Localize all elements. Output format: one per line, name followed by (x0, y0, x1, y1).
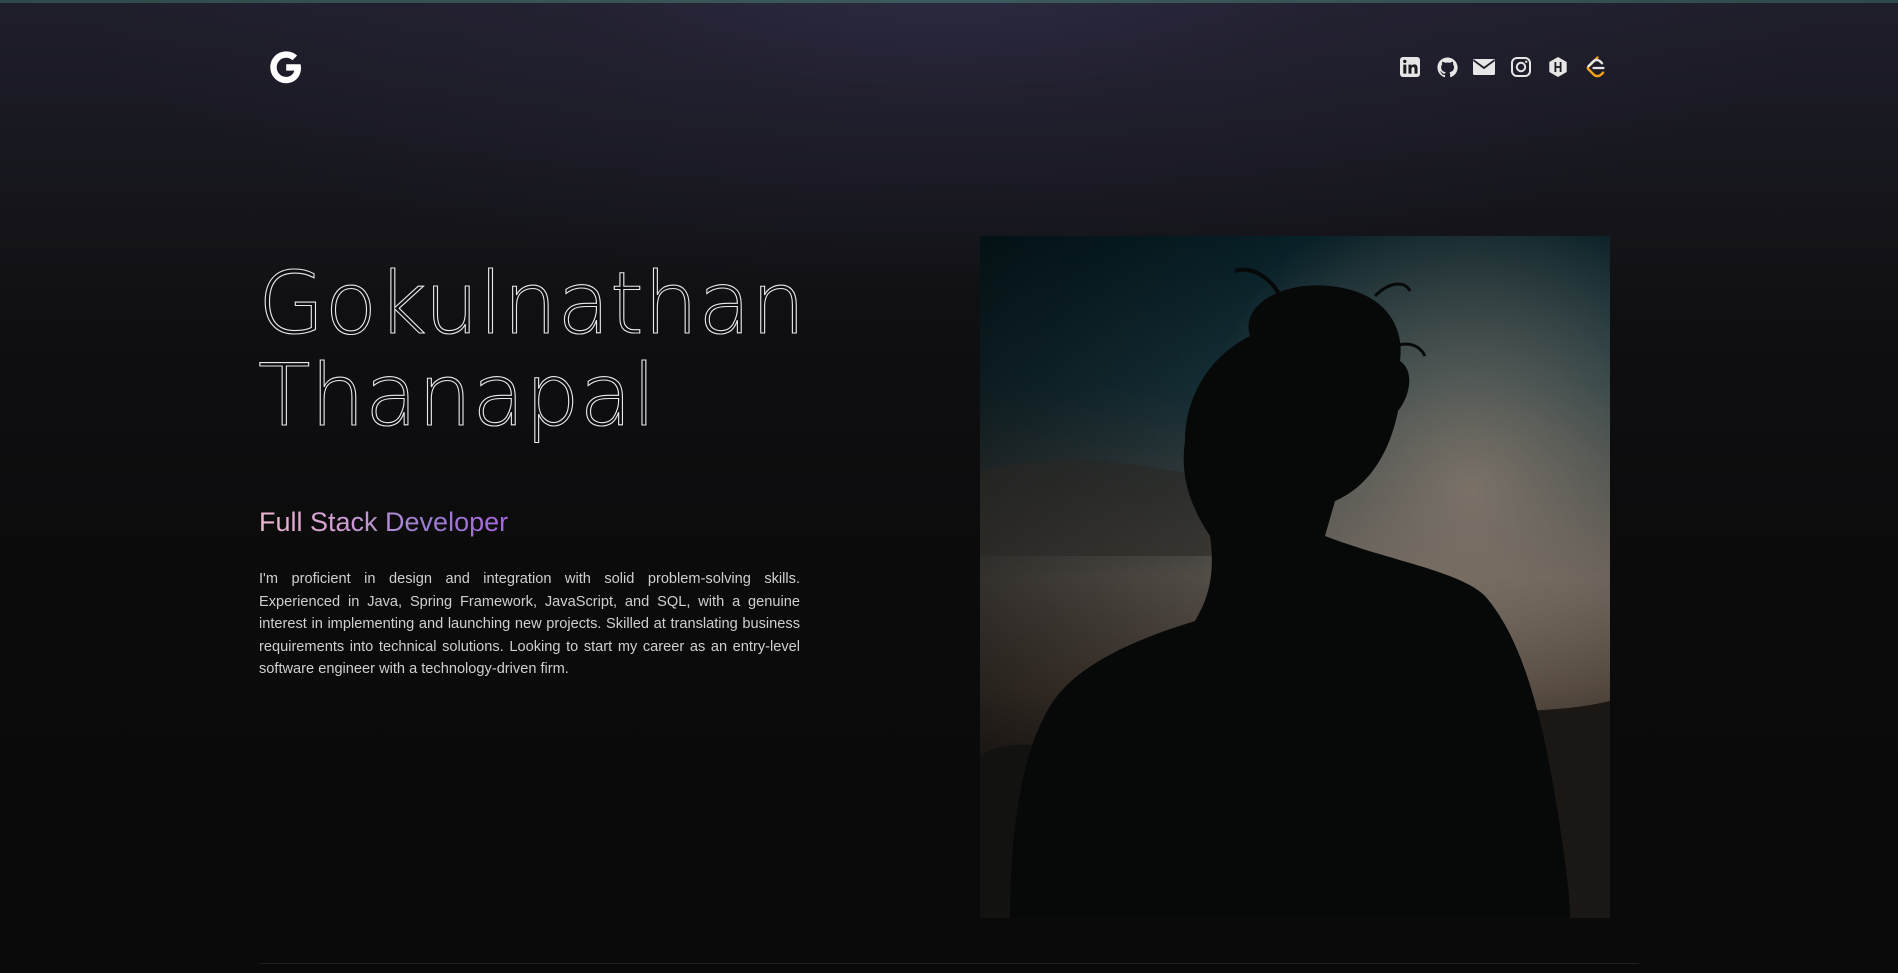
instagram-icon[interactable] (1509, 55, 1533, 79)
top-accent-line (0, 0, 1898, 3)
g-logo-icon (270, 51, 301, 84)
section-divider (259, 963, 1639, 964)
linkedin-icon[interactable] (1398, 55, 1422, 79)
job-title: Full Stack Developer (259, 507, 509, 537)
hero-name: Gokulnathan Thanapal (257, 254, 806, 446)
hashnode-icon[interactable] (1546, 55, 1570, 79)
github-icon[interactable] (1435, 55, 1459, 79)
last-name: Thanapal (257, 346, 657, 446)
profile-photo (980, 236, 1610, 918)
leetcode-icon[interactable] (1583, 55, 1607, 79)
site-logo[interactable] (265, 46, 307, 88)
bio-paragraph: I'm proficient in design and integration… (259, 571, 800, 678)
mail-icon[interactable] (1472, 55, 1496, 79)
first-name: Gokulnathan (257, 254, 806, 354)
social-links (1398, 55, 1607, 79)
